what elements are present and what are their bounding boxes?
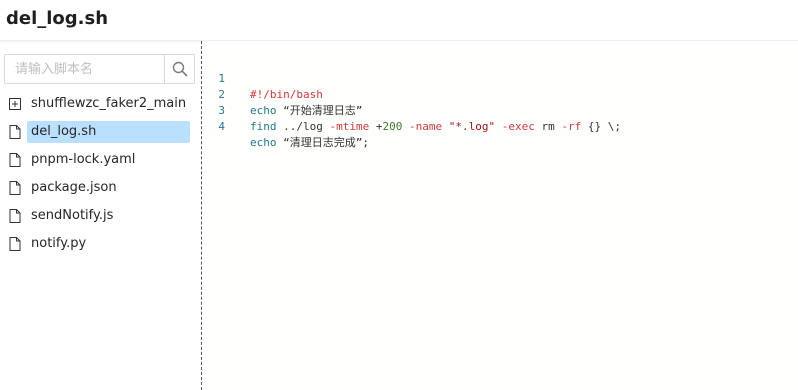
tree-item-label: pnpm-lock.yaml [31,152,136,167]
code-token: echo [250,136,277,149]
tree-item-file[interactable]: del_log.sh [4,120,194,144]
code-token: "*.log" [448,120,496,133]
search-icon [172,61,188,77]
page-title: del_log.sh [6,8,109,29]
folder-plus-icon[interactable] [7,96,23,112]
tree-item-file[interactable]: notify.py [4,232,194,256]
code-token: + [369,120,383,133]
tree-item-label: sendNotify.js [31,208,114,223]
tree-item-file[interactable]: pnpm-lock.yaml [4,148,194,172]
code-token: 200 [382,120,403,133]
line-content: echo “清理日志完成”; [250,135,369,151]
header-bar: del_log.sh [0,0,798,41]
line-number: 4 [218,120,225,133]
tree-item-label: package.json [31,180,117,195]
code-line: 1 #!/bin/bash [203,55,793,101]
tree-item-label: shufflewzc_faker2_main [31,96,187,111]
code-token: ../log [276,120,330,133]
code-token: -name [408,120,443,133]
search-input[interactable] [5,55,164,83]
search-box [4,54,195,84]
code-editor[interactable]: 1 #!/bin/bash 2 echo “开始清理日志” 3 find ../… [203,41,798,390]
code-token: -rf [561,120,582,133]
code-token: {} \; [581,120,621,133]
code-token: “清理日志完成”; [276,136,369,149]
tree-item-label: notify.py [31,236,87,251]
tree-item-file[interactable]: sendNotify.js [4,204,194,228]
tree-item-folder[interactable]: shufflewzc_faker2_main [4,92,194,116]
tree-item-label: del_log.sh [27,121,190,143]
code-token: find [250,120,277,133]
code-token: -exec [501,120,535,133]
tree-item-file[interactable]: package.json [4,176,194,200]
sidebar: shufflewzc_faker2_main del_log.sh pnpm-l… [0,41,202,390]
file-icon [7,124,23,140]
file-icon [7,208,23,224]
code-line: 2 echo “开始清理日志” [203,71,793,117]
code-token: rm [534,120,562,133]
code-line: 3 find ../log -mtime +200 -name "*.log" … [203,87,793,133]
file-icon [7,152,23,168]
search-button[interactable] [164,55,195,83]
file-icon [7,180,23,196]
code-line: 4 echo “清理日志完成”; [203,103,793,149]
line-content: find ../log -mtime +200 -name "*.log" -e… [250,119,621,135]
file-icon [7,236,23,252]
code-token: -mtime [329,120,370,133]
